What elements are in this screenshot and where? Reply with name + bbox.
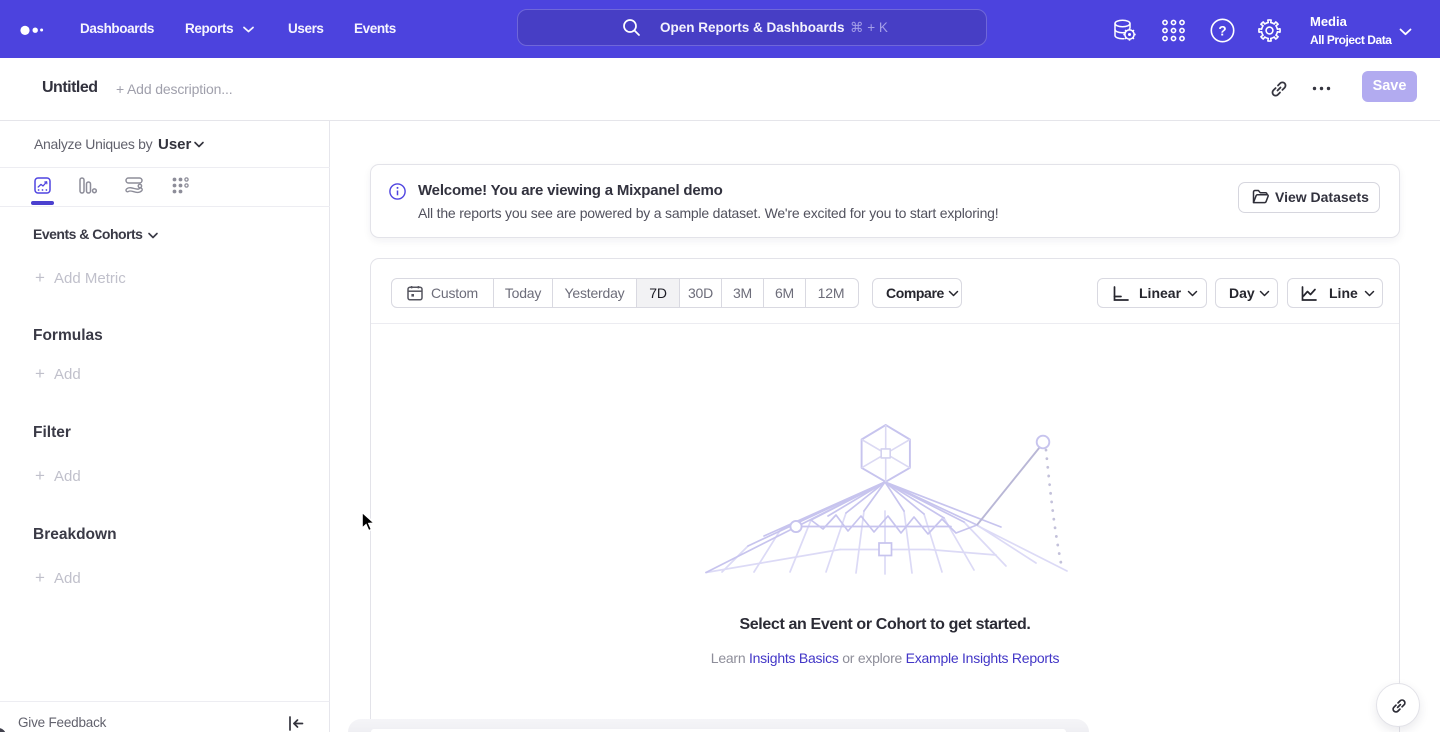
svg-text:?: ? bbox=[1218, 23, 1226, 38]
